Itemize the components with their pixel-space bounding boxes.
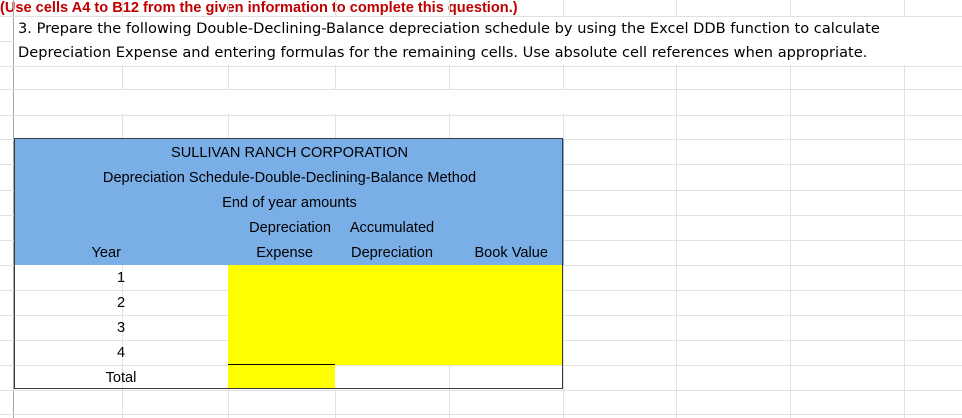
year-cell[interactable]: 3 (101, 320, 141, 336)
year-cell[interactable]: 2 (101, 295, 141, 311)
col-header-year-label: Year (91, 245, 122, 261)
year-cell[interactable]: 1 (101, 270, 141, 286)
year-cell[interactable]: 4 (101, 345, 141, 361)
grid-row (0, 414, 962, 415)
schedule-title: Depreciation Schedule-Double-Declining-B… (102, 170, 477, 186)
note-text: (Use cells A4 to B12 from the given info… (0, 0, 518, 16)
grid-row (0, 66, 962, 67)
col-header-depreciation-expense-line1: Depreciation (249, 220, 331, 236)
grid-row (0, 390, 962, 391)
grid-row (0, 115, 962, 116)
col-header-year: Year (15, 245, 122, 261)
schedule-subtitle: End of year amounts (222, 195, 357, 211)
instruction-line-2: Depreciation Expense and entering formul… (18, 44, 868, 61)
col-header-depreciation-expense-line2: Expense (256, 245, 313, 261)
col-header-book-value: Book Value (474, 245, 548, 261)
note-cell[interactable] (14, 90, 574, 114)
company-name: SULLIVAN RANCH CORPORATION (170, 145, 409, 161)
col-header-accumulated-depreciation-line1: Accumulated (349, 220, 435, 236)
total-label: Total (105, 370, 137, 386)
col-header-accumulated-depreciation-line2: Depreciation (351, 245, 433, 261)
instruction-line-1: 3. Prepare the following Double-Declinin… (18, 20, 880, 37)
